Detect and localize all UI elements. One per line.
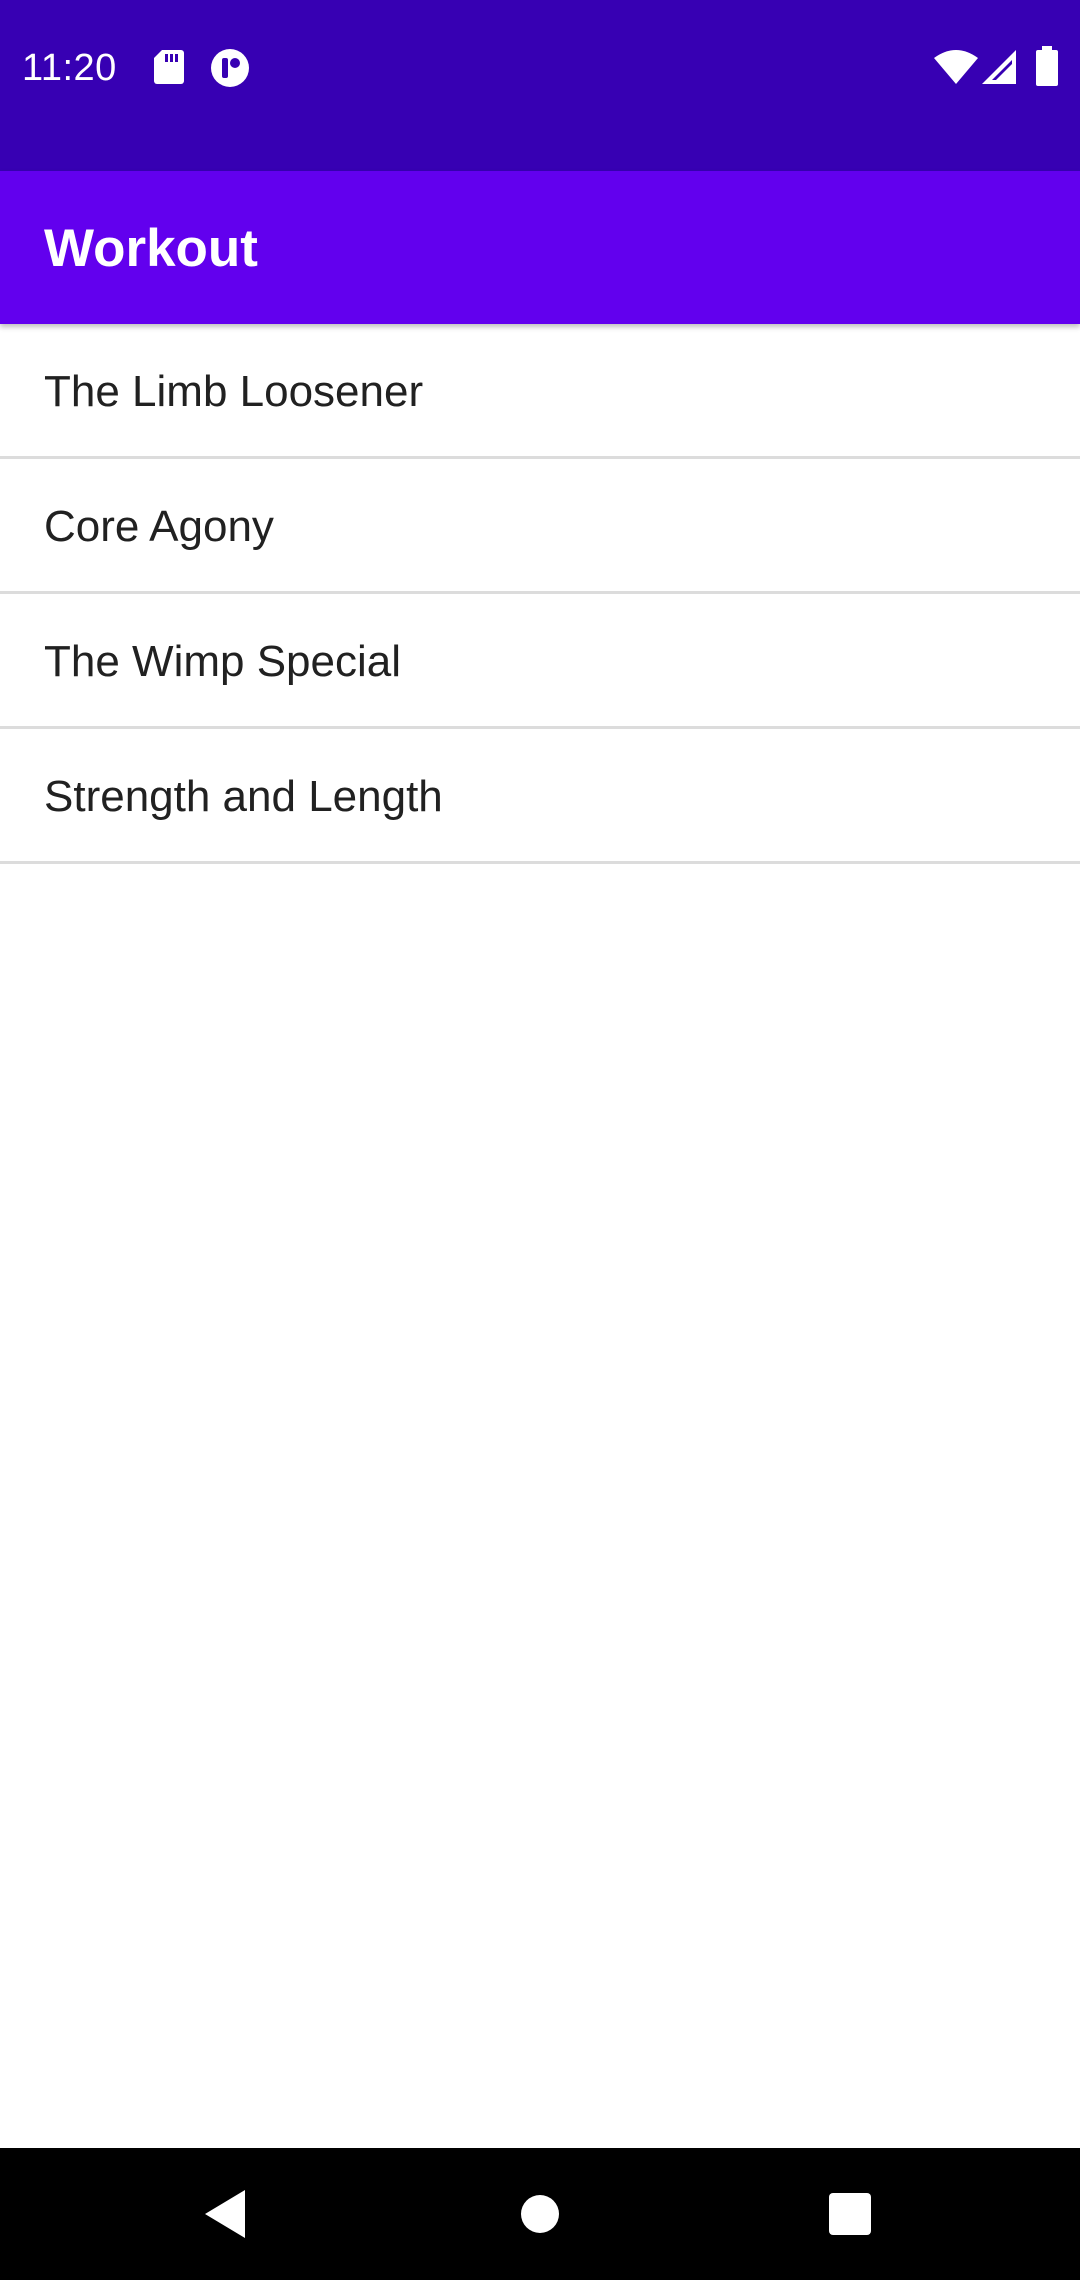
list-item-label: Strength and Length [44,772,443,821]
battery-icon [1036,46,1058,86]
sd-card-icon [154,50,184,84]
list-item-label: The Limb Loosener [44,367,424,416]
status-time: 11:20 [22,47,117,89]
app-title: Workout [44,219,258,278]
list-item-label: Core Agony [44,502,274,551]
navigation-bar [0,2148,1080,2280]
workout-list: The Limb Loosener Core Agony The Wimp Sp… [0,324,1080,864]
wifi-icon [934,50,978,84]
list-item[interactable]: The Wimp Special [0,594,1080,729]
recents-button[interactable] [770,2148,930,2280]
list-item[interactable]: The Limb Loosener [0,324,1080,459]
home-icon [521,2195,559,2233]
vpn-key-icon [211,49,249,87]
recents-icon [829,2193,871,2235]
list-item[interactable]: Strength and Length [0,729,1080,864]
home-button[interactable] [460,2148,620,2280]
list-item-label: The Wimp Special [44,637,402,686]
cell-signal-icon [982,50,1016,84]
screen: 11:20 Workout The Limb Loosener Core Ago… [0,0,1080,2280]
list-item[interactable]: Core Agony [0,459,1080,594]
back-icon [205,2190,245,2238]
app-bar: Workout [0,171,1080,324]
back-button[interactable] [146,2148,306,2280]
status-bar: 11:20 [0,0,1080,171]
